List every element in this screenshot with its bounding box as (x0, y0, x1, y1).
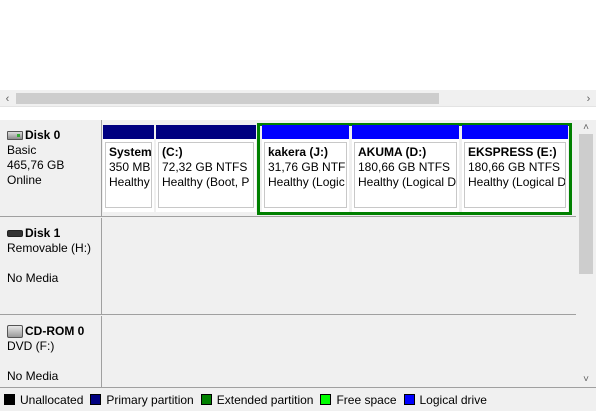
partition-system[interactable]: System 350 MB Healthy (103, 125, 154, 212)
hard-disk-icon (7, 131, 23, 140)
legend: Unallocated Primary partition Extended p… (0, 387, 596, 411)
legend-item-primary: Primary partition (90, 392, 194, 407)
vertical-scrollbar[interactable]: ˄ ˅ (576, 120, 596, 387)
partition-size: 350 MB (109, 160, 151, 174)
vertical-scroll-thumb[interactable] (579, 134, 593, 274)
partition-body: EKSPRESS (E:) 180,66 GB NTFS Healthy (Lo… (464, 142, 566, 208)
disk-label-1[interactable]: Disk 1 Removable (H:) No Media (0, 218, 102, 315)
removable-disk-icon (7, 230, 23, 237)
disk-name-row: Disk 1 (7, 226, 101, 241)
partition-bar-logical (262, 125, 349, 139)
disk-name: CD-ROM 0 (25, 324, 85, 338)
legend-item-unallocated: Unallocated (4, 393, 83, 407)
partition-body: System 350 MB Healthy (105, 142, 152, 208)
disk-size: 465,76 GB (7, 158, 65, 172)
partition-name: kakera (J:) (268, 145, 329, 159)
partition-name: EKSPRESS (E:) (468, 145, 557, 159)
disk-map: Disk 0 Basic 465,76 GB Online System 350… (0, 120, 576, 387)
partition-name: (C:) (162, 145, 183, 159)
disk-name: Disk 0 (25, 128, 61, 142)
disk-label-2[interactable]: CD-ROM 0 DVD (F:) No Media (0, 316, 102, 387)
partition-size: 180,66 GB NTFS (468, 160, 561, 174)
legend-swatch (4, 394, 15, 405)
disk-strip-1 (102, 218, 576, 315)
horizontal-scrollbar[interactable]: ‹ › (0, 90, 596, 107)
legend-label: Free space (336, 392, 397, 407)
legend-item-logical: Logical drive (403, 392, 487, 407)
scroll-right-icon[interactable]: › (581, 90, 596, 107)
horizontal-scroll-thumb[interactable] (16, 93, 439, 104)
legend-label: Primary partition (106, 392, 194, 407)
volume-list-area (0, 0, 596, 90)
disk-strip-2 (102, 316, 576, 387)
legend-label: Extended partition (216, 392, 314, 407)
disk-type: DVD (F:) (7, 339, 55, 353)
partition-status: Healthy (Logical D (358, 175, 457, 189)
legend-label: Logical drive (419, 392, 487, 407)
disk-status: Online (7, 173, 42, 187)
legend-swatch (403, 394, 415, 405)
partition-body: AKUMA (D:) 180,66 GB NTFS Healthy (Logic… (354, 142, 457, 208)
partition-body: kakera (J:) 31,76 GB NTFS Healthy (Logic (264, 142, 347, 208)
partition-kakera[interactable]: kakera (J:) 31,76 GB NTFS Healthy (Logic (262, 125, 349, 212)
disk-media: No Media (7, 271, 59, 285)
partition-bar-primary (156, 125, 256, 139)
partition-name: AKUMA (D:) (358, 145, 427, 159)
partition-size: 72,32 GB NTFS (162, 160, 248, 174)
partition-status: Healthy (Boot, P (162, 175, 250, 189)
pane-divider (0, 107, 596, 120)
partition-bar-logical (462, 125, 568, 139)
partition-bar-logical (352, 125, 459, 139)
partition-bar-primary (103, 125, 154, 139)
partition-status: Healthy (109, 175, 150, 189)
partition-status: Healthy (Logical D (468, 175, 566, 189)
scroll-left-icon[interactable]: ‹ (0, 90, 15, 107)
disk-media: No Media (7, 369, 59, 383)
partition-size: 31,76 GB NTFS (268, 160, 347, 174)
partition-ekspress[interactable]: EKSPRESS (E:) 180,66 GB NTFS Healthy (Lo… (462, 125, 568, 212)
partition-status: Healthy (Logic (268, 175, 345, 189)
disk-name: Disk 1 (25, 226, 61, 240)
scroll-up-icon[interactable]: ˄ (576, 120, 596, 135)
disk-label-0[interactable]: Disk 0 Basic 465,76 GB Online (0, 120, 102, 217)
partition-name: System (109, 145, 152, 159)
legend-item-free-space: Free space (320, 392, 397, 407)
disk-name-row: CD-ROM 0 (7, 324, 101, 339)
disk-row-0: Disk 0 Basic 465,76 GB Online System 350… (0, 120, 576, 217)
legend-item-extended: Extended partition (200, 392, 314, 407)
disk-name-row: Disk 0 (7, 128, 101, 143)
disk-row-2: CD-ROM 0 DVD (F:) No Media (0, 316, 576, 387)
disk-type: Removable (H:) (7, 241, 92, 255)
legend-swatch (320, 394, 332, 405)
partition-c[interactable]: (C:) 72,32 GB NTFS Healthy (Boot, P (156, 125, 256, 212)
disk-strip-0: System 350 MB Healthy (C:) 72,32 GB NTFS… (102, 120, 576, 217)
cdrom-icon (7, 325, 23, 338)
disk-type: Basic (7, 143, 37, 157)
partition-size: 180,66 GB NTFS (358, 160, 451, 174)
legend-swatch (200, 394, 212, 405)
scroll-down-icon[interactable]: ˅ (576, 372, 596, 387)
partition-body: (C:) 72,32 GB NTFS Healthy (Boot, P (158, 142, 254, 208)
disk-row-1: Disk 1 Removable (H:) No Media (0, 218, 576, 315)
legend-swatch (90, 394, 102, 405)
partition-akuma[interactable]: AKUMA (D:) 180,66 GB NTFS Healthy (Logic… (352, 125, 459, 212)
legend-label: Unallocated (20, 392, 84, 407)
